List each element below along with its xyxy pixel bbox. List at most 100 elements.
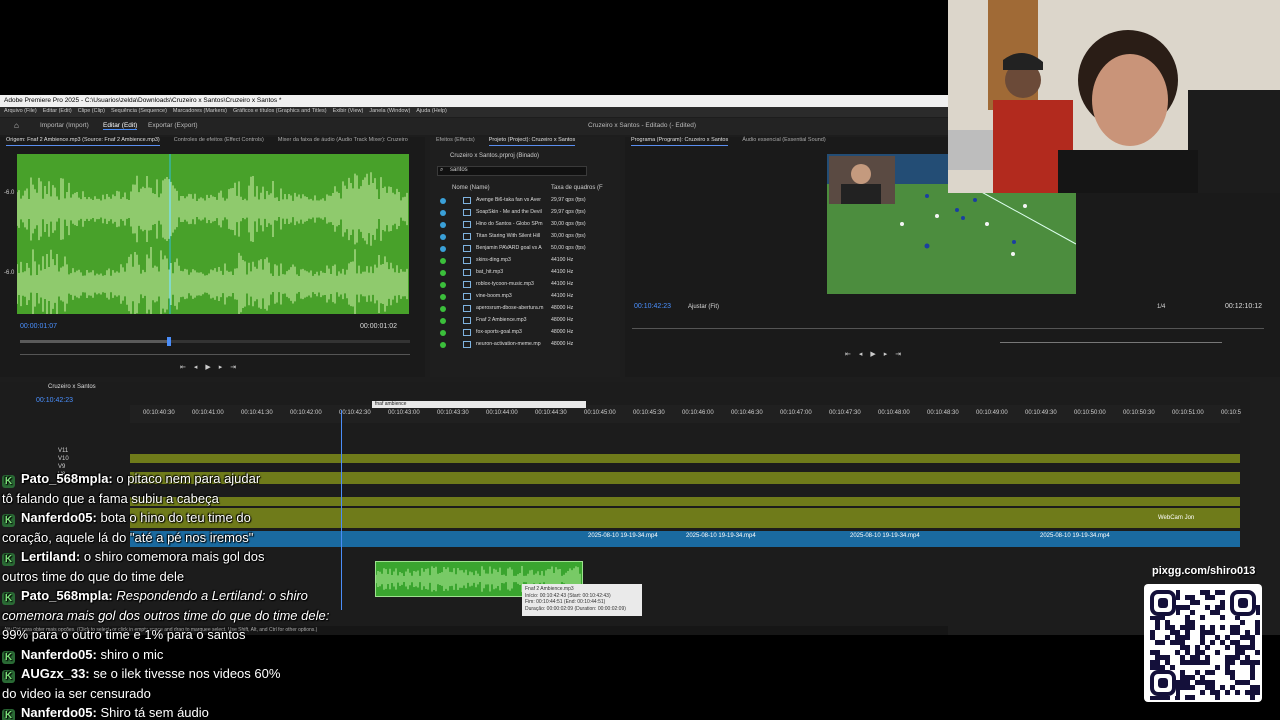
tab-effect-controls[interactable]: Controles de efeitos (Effect Controls) bbox=[174, 137, 264, 146]
menu-view[interactable]: Exibir (View) bbox=[333, 108, 364, 116]
column-name[interactable]: Nome (Name) bbox=[452, 185, 490, 191]
project-search-input[interactable]: ⌕ santos bbox=[437, 166, 587, 176]
ruler-tick-label: 00:10:46:00 bbox=[682, 410, 714, 416]
video-clip-track-v11[interactable] bbox=[130, 454, 1240, 463]
timeline-tab[interactable]: Cruzeiro x Santos bbox=[48, 384, 96, 390]
project-item-rate: 44100 Hz bbox=[551, 269, 574, 275]
menu-help[interactable]: Ajuda (Help) bbox=[416, 108, 447, 116]
workspace-import[interactable]: Importar (Import) bbox=[40, 122, 89, 129]
project-item-name: SoapSkin - Me and the Devil bbox=[476, 209, 542, 215]
project-item[interactable]: Benjamin PAVARD goal vs A 50,00 qps (fps) bbox=[440, 244, 610, 256]
media-file-icon bbox=[463, 281, 471, 288]
project-search-value: santos bbox=[450, 167, 468, 173]
track-header-v10[interactable]: V10 bbox=[58, 456, 69, 462]
label-color-swatch[interactable] bbox=[440, 210, 446, 216]
video-clip-track-v9[interactable] bbox=[130, 497, 1240, 506]
project-item[interactable]: skins-ding.mp3 44100 Hz bbox=[440, 256, 610, 268]
project-item-name: Avenge Bi6-taka fan vs Aver bbox=[476, 197, 541, 203]
source-playhead[interactable] bbox=[167, 337, 171, 346]
streamer-webcam bbox=[948, 0, 1280, 193]
ruler-tick-label: 00:10:40:30 bbox=[143, 410, 175, 416]
label-color-swatch[interactable] bbox=[440, 318, 446, 324]
source-playhead-timecode[interactable]: 00:00:01:07 bbox=[20, 323, 57, 330]
label-color-swatch[interactable] bbox=[440, 330, 446, 336]
chat-username: Nanferdo05: bbox=[21, 510, 97, 525]
project-item[interactable]: Hino do Santos - Globo SPm 30,00 qps (fps… bbox=[440, 220, 610, 232]
project-item[interactable]: Fnaf 2 Ambience.mp3 48000 Hz bbox=[440, 316, 610, 328]
project-item-rate: 44100 Hz bbox=[551, 257, 574, 263]
menu-file[interactable]: Arquivo (File) bbox=[4, 108, 37, 116]
fit-dropdown[interactable]: Ajustar (Fit) bbox=[688, 304, 719, 310]
project-item-name: aperosrum-dbose-abertura.m bbox=[476, 305, 544, 311]
chat-message: comemora mais gol dos outros time do que… bbox=[2, 607, 329, 625]
source-panel-tabs: Origem: Fnaf 2 Ambience.mp3 (Source: Fna… bbox=[0, 137, 425, 146]
tab-audio-mixer[interactable]: Mixer da faixa de áudio (Audio Track Mix… bbox=[278, 137, 408, 146]
label-color-swatch[interactable] bbox=[440, 282, 446, 288]
menu-clip[interactable]: Clipe (Clip) bbox=[78, 108, 105, 116]
workspace-edit[interactable]: Editar (Edit) bbox=[103, 122, 138, 130]
donation-qr-code bbox=[1144, 584, 1262, 702]
program-transport-controls[interactable]: ⇤◂▶▸⇥ bbox=[845, 350, 909, 358]
chat-message: K Pato_568mpla: Respondendo a Lertiland: … bbox=[2, 587, 308, 605]
program-zoom-bar[interactable] bbox=[1000, 342, 1222, 343]
project-item[interactable]: bat_hit.mp3 44100 Hz bbox=[440, 268, 610, 280]
program-timecode[interactable]: 00:10:42:23 bbox=[634, 303, 671, 310]
tab-effects[interactable]: Efeitos (Effects) bbox=[436, 137, 475, 146]
project-item-name: neuron-activation-meme.mp bbox=[476, 341, 541, 347]
source-scrub-bar[interactable] bbox=[20, 340, 410, 343]
ruler-tick-label: 00:10:42:30 bbox=[339, 410, 371, 416]
menu-sequence[interactable]: Sequência (Sequence) bbox=[111, 108, 167, 116]
program-time-ruler[interactable] bbox=[632, 328, 1264, 329]
project-item-rate: 48000 Hz bbox=[551, 329, 574, 335]
label-color-swatch[interactable] bbox=[440, 198, 446, 204]
clip-label: 2025-08-10 19-19-34.mp4 bbox=[686, 533, 756, 539]
source-transport-controls[interactable]: ⇤◂▶▸⇥ bbox=[180, 363, 244, 371]
tab-source[interactable]: Origem: Fnaf 2 Ambience.mp3 (Source: Fna… bbox=[6, 137, 160, 146]
label-color-swatch[interactable] bbox=[440, 294, 446, 300]
menu-window[interactable]: Janela (Window) bbox=[369, 108, 410, 116]
ruler-tick-label: 00:10:47:30 bbox=[829, 410, 861, 416]
menu-edit[interactable]: Editar (Edit) bbox=[43, 108, 72, 116]
menu-markers[interactable]: Marcadores (Markers) bbox=[173, 108, 227, 116]
chat-username: AUGzx_33: bbox=[21, 666, 90, 681]
tab-program[interactable]: Programa (Program): Cruzeiro x Santos bbox=[631, 137, 729, 146]
project-item-name: skins-ding.mp3 bbox=[476, 257, 511, 263]
project-item[interactable]: neuron-activation-meme.mp 48000 Hz bbox=[440, 340, 610, 352]
menu-graphics[interactable]: Gráficos e títulos (Graphics and Titles) bbox=[233, 108, 327, 116]
column-frame-rate[interactable]: Taxa de quadros (F bbox=[551, 185, 603, 191]
label-color-swatch[interactable] bbox=[440, 258, 446, 264]
marker-label[interactable]: fnaf ambience bbox=[372, 401, 586, 408]
audio-waveform-display[interactable] bbox=[17, 154, 409, 314]
project-item[interactable]: Avenge Bi6-taka fan vs Aver 29,97 qps (fp… bbox=[440, 196, 610, 208]
home-icon[interactable]: ⌂ bbox=[14, 122, 24, 130]
source-zoom-bar[interactable] bbox=[20, 354, 410, 355]
timeline-playhead[interactable] bbox=[341, 410, 342, 610]
audio-clip-track[interactable]: 2025-08-10 19-19-34.mp4 2025-08-10 19-19… bbox=[130, 531, 1240, 547]
project-item[interactable]: Titan Staring With Silent Hill 30,00 qps … bbox=[440, 232, 610, 244]
project-item[interactable]: vine-boom.mp3 44100 Hz bbox=[440, 292, 610, 304]
project-item[interactable]: roblox-tycoon-music.mp3 44100 Hz bbox=[440, 280, 610, 292]
label-color-swatch[interactable] bbox=[440, 306, 446, 312]
project-item[interactable]: aperosrum-dbose-abertura.m 48000 Hz bbox=[440, 304, 610, 316]
track-header-v11[interactable]: V11 bbox=[58, 448, 68, 454]
ruler-tick-label: 00:10:45:00 bbox=[584, 410, 616, 416]
label-color-swatch[interactable] bbox=[440, 234, 446, 240]
tab-essential-sound[interactable]: Áudio essencial (Essential Sound) bbox=[742, 137, 825, 146]
resolution-dropdown[interactable]: 1/4 bbox=[1157, 304, 1165, 310]
video-clip-track-v8[interactable] bbox=[130, 508, 1240, 528]
program-duration: 00:12:10:12 bbox=[1225, 303, 1262, 310]
timeline-timecode[interactable]: 00:10:42:23 bbox=[36, 397, 73, 404]
document-title: Cruzeiro x Santos - Editado (- Edited) bbox=[588, 122, 697, 129]
video-clip-track-v10[interactable] bbox=[130, 472, 1240, 484]
project-item[interactable]: fox-sports-goal.mp3 48000 Hz bbox=[440, 328, 610, 340]
label-color-swatch[interactable] bbox=[440, 246, 446, 252]
project-item-name: bat_hit.mp3 bbox=[476, 269, 504, 275]
project-item[interactable]: SoapSkin - Me and the Devil 29,97 qps (fp… bbox=[440, 208, 610, 220]
label-color-swatch[interactable] bbox=[440, 342, 446, 348]
label-color-swatch[interactable] bbox=[440, 270, 446, 276]
ruler-tick-label: 00:10:5 bbox=[1221, 410, 1242, 416]
label-color-swatch[interactable] bbox=[440, 222, 446, 228]
workspace-export[interactable]: Exportar (Export) bbox=[148, 122, 198, 129]
tab-project[interactable]: Projeto (Project): Cruzeiro x Santos bbox=[488, 137, 576, 146]
media-file-icon bbox=[463, 269, 471, 276]
